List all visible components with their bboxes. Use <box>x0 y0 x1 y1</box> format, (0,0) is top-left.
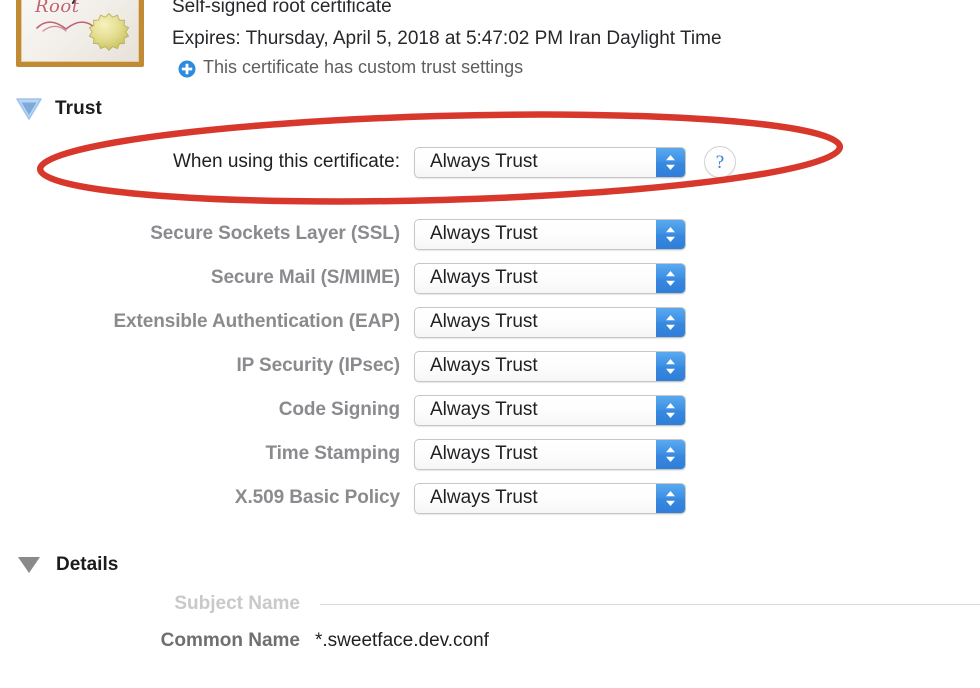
up-down-chevron-icon[interactable] <box>656 395 685 425</box>
trust-row: Secure Sockets Layer (SSL) Always Trust <box>0 217 980 251</box>
up-down-chevron-icon[interactable] <box>656 351 685 381</box>
up-down-chevron-icon[interactable] <box>656 307 685 337</box>
common-name-value: *.sweetface.dev.conf <box>315 630 489 651</box>
certificate-root-word: Root <box>35 0 80 17</box>
custom-trust-settings-note: This certificate has custom trust settin… <box>178 57 962 78</box>
common-name-row: Common Name *.sweetface.dev.conf <box>0 628 980 654</box>
trust-row-3-label: IP Security (IPsec) <box>236 355 400 376</box>
up-down-chevron-icon[interactable] <box>656 219 685 249</box>
trust-row-3-selected-value: Always Trust <box>430 355 538 376</box>
trust-row: Secure Mail (S/MIME) Always Trust <box>0 261 980 295</box>
subject-name-label: Subject Name <box>174 593 300 614</box>
custom-trust-settings-label: This certificate has custom trust settin… <box>203 57 524 77</box>
trust-row: X.509 Basic Policy Always Trust <box>0 481 980 515</box>
trust-row-0-popup-button[interactable]: Always Trust <box>414 218 686 250</box>
when-using-this-certificate-popup-button[interactable]: Always Trust <box>414 146 686 178</box>
up-down-chevron-icon[interactable] <box>656 439 685 469</box>
disclosure-triangle-down-icon[interactable] <box>16 554 42 576</box>
certificate-summary-header: Root Self-signed root certificate Expire… <box>0 0 980 90</box>
trust-row: Time Stamping Always Trust <box>0 437 980 471</box>
trust-row-0-label: Secure Sockets Layer (SSL) <box>150 223 400 244</box>
trust-row-4-label: Code Signing <box>278 399 400 420</box>
trust-row-5-label: Time Stamping <box>265 443 400 464</box>
common-name-label: Common Name <box>160 630 300 651</box>
when-using-this-certificate-selected-value: Always Trust <box>430 151 538 172</box>
certificate-expiry-label: Expires: Thursday, April 5, 2018 at 5:47… <box>172 28 722 49</box>
trust-row: When using this certificate: Always Trust… <box>0 145 980 179</box>
trust-row: IP Security (IPsec) Always Trust <box>0 349 980 383</box>
subject-name-divider <box>320 603 980 605</box>
certificate-header-text: Self-signed root certificate Expires: Th… <box>172 0 962 78</box>
trust-row-1-popup-button[interactable]: Always Trust <box>414 262 686 294</box>
trust-row-4-selected-value: Always Trust <box>430 399 538 420</box>
trust-row-1-label: Secure Mail (S/MIME) <box>210 267 400 288</box>
up-down-chevron-icon[interactable] <box>656 483 685 513</box>
trust-heading: Trust <box>55 98 102 119</box>
plus-circle-icon <box>178 60 196 77</box>
trust-row-6-selected-value: Always Trust <box>430 487 538 508</box>
details-heading: Details <box>56 554 119 575</box>
when-using-this-certificate-label: When using this certificate: <box>172 151 400 172</box>
certificate-seal-icon <box>88 12 130 51</box>
trust-row-5-selected-value: Always Trust <box>430 443 538 464</box>
trust-row: Extensible Authentication (EAP) Always Tr… <box>0 305 980 339</box>
details-section-header[interactable]: Details <box>0 551 118 579</box>
trust-row-2-popup-button[interactable]: Always Trust <box>414 306 686 338</box>
trust-row-2-selected-value: Always Trust <box>430 311 538 332</box>
trust-row-6-popup-button[interactable]: Always Trust <box>414 482 686 514</box>
subject-name-group-header: Subject Name <box>0 592 980 616</box>
trust-row: Code Signing Always Trust <box>0 393 980 427</box>
trust-row-6-label: X.509 Basic Policy <box>234 487 400 508</box>
trust-row-3-popup-button[interactable]: Always Trust <box>414 350 686 382</box>
trust-section-header[interactable]: Trust <box>0 94 102 124</box>
help-question-mark-icon[interactable]: ? <box>704 146 736 178</box>
trust-row-5-popup-button[interactable]: Always Trust <box>414 438 686 470</box>
certificate-kind-label: Self-signed root certificate <box>172 0 392 17</box>
trust-row-4-popup-button[interactable]: Always Trust <box>414 394 686 426</box>
disclosure-triangle-down-icon[interactable] <box>14 96 44 122</box>
trust-row-0-selected-value: Always Trust <box>430 223 538 244</box>
trust-row-1-selected-value: Always Trust <box>430 267 538 288</box>
up-down-chevron-icon[interactable] <box>656 147 685 177</box>
certificate-icon: Root <box>16 0 144 67</box>
trust-row-2-label: Extensible Authentication (EAP) <box>113 311 400 332</box>
up-down-chevron-icon[interactable] <box>656 263 685 293</box>
